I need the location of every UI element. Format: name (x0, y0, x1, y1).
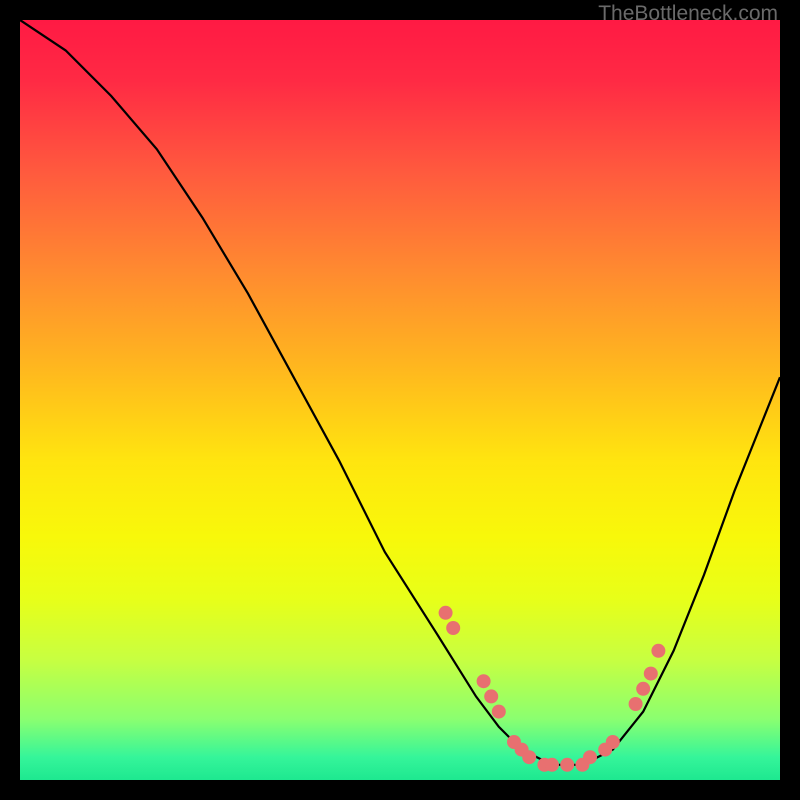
data-point (583, 750, 597, 764)
chart-svg (20, 20, 780, 780)
data-point (606, 735, 620, 749)
data-point (446, 621, 460, 635)
curve-line (20, 20, 780, 765)
scatter-points (439, 606, 666, 772)
data-point (560, 758, 574, 772)
data-point (484, 689, 498, 703)
data-point (644, 667, 658, 681)
watermark-text: TheBottleneck.com (598, 2, 778, 26)
data-point (477, 674, 491, 688)
data-point (636, 682, 650, 696)
bottleneck-curve (20, 20, 780, 765)
data-point (545, 758, 559, 772)
chart-frame (20, 20, 780, 780)
data-point (439, 606, 453, 620)
data-point (651, 644, 665, 658)
data-point (492, 705, 506, 719)
plot-area (20, 20, 780, 780)
data-point (522, 750, 536, 764)
data-point (629, 697, 643, 711)
